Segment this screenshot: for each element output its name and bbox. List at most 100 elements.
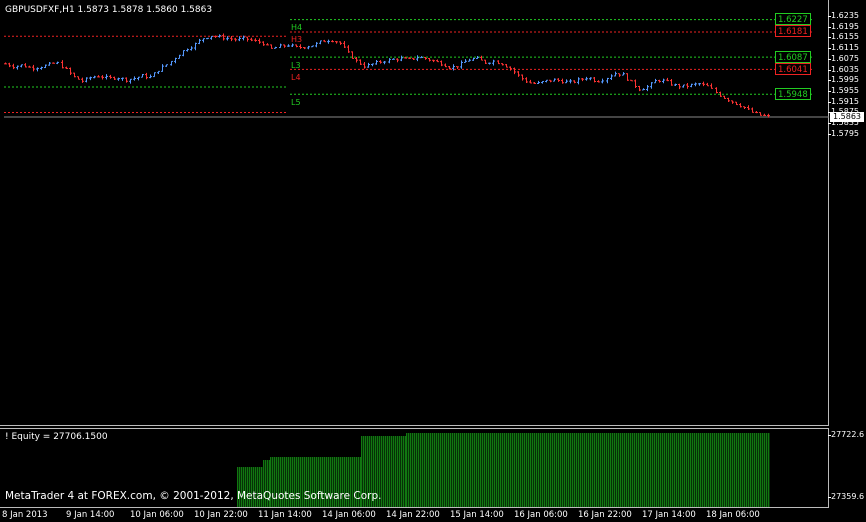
equity-bar — [666, 433, 668, 507]
equity-bar — [684, 433, 686, 507]
equity-bar — [620, 433, 622, 507]
equity-bar — [430, 433, 432, 507]
equity-bar — [468, 433, 470, 507]
equity-bar — [732, 433, 734, 507]
pivot-level-tag: L5 — [291, 97, 301, 107]
price-tick-label: 1.6075 — [828, 53, 859, 63]
equity-bar — [422, 433, 424, 507]
time-tick-label: 14 Jan 22:00 — [386, 510, 440, 520]
equity-bar — [628, 433, 630, 507]
equity-bar — [664, 433, 666, 507]
equity-bar — [726, 433, 728, 507]
equity-bar — [656, 433, 658, 507]
equity-bar — [564, 433, 566, 507]
equity-bar — [622, 433, 624, 507]
equity-bar — [393, 436, 395, 507]
equity-bar — [578, 433, 580, 507]
mt4-chart-window: GBPUSDFXF,H1 1.5873 1.5878 1.5860 1.5863… — [0, 0, 866, 522]
equity-bar — [408, 433, 410, 507]
equity-bar — [506, 433, 508, 507]
equity-bar — [558, 433, 560, 507]
equity-bar — [682, 433, 684, 507]
time-tick-label: 11 Jan 14:00 — [258, 510, 312, 520]
equity-bar — [528, 433, 530, 507]
equity-bar — [452, 433, 454, 507]
equity-bar — [596, 433, 598, 507]
equity-bar — [426, 433, 428, 507]
price-chart-area[interactable]: GBPUSDFXF,H1 1.5873 1.5878 1.5860 1.5863 — [0, 0, 829, 426]
equity-bar — [566, 433, 568, 507]
time-axis[interactable]: 8 Jan 2013 9 Jan 14:00 10 Jan 06:00 10 Jan … — [0, 508, 866, 522]
equity-bar — [686, 433, 688, 507]
equity-bar — [758, 433, 760, 507]
equity-bar — [500, 433, 502, 507]
time-tick-label: 17 Jan 14:00 — [642, 510, 696, 520]
equity-bar — [730, 433, 732, 507]
equity-bar — [706, 433, 708, 507]
equity-bar — [520, 433, 522, 507]
time-tick-label: 10 Jan 06:00 — [130, 510, 184, 520]
equity-bar — [576, 433, 578, 507]
equity-bar — [440, 433, 442, 507]
pivot-level-value: 1.6227 — [775, 13, 811, 26]
equity-bar — [630, 433, 632, 507]
equity-bar — [544, 433, 546, 507]
current-price-label: 1.5863 — [830, 111, 864, 122]
equity-bar — [598, 433, 600, 507]
equity-bar — [582, 433, 584, 507]
equity-bar — [446, 433, 448, 507]
equity-bar — [570, 433, 572, 507]
equity-bar — [694, 433, 696, 507]
equity-bar — [688, 433, 690, 507]
equity-bar — [562, 433, 564, 507]
equity-bar — [552, 433, 554, 507]
equity-bar — [530, 433, 532, 507]
equity-bar — [586, 433, 588, 507]
equity-bar — [508, 433, 510, 507]
equity-bar — [550, 433, 552, 507]
equity-bar — [720, 433, 722, 507]
equity-bar — [648, 433, 650, 507]
equity-bar — [399, 436, 401, 507]
equity-bar — [448, 433, 450, 507]
equity-bar — [602, 433, 604, 507]
equity-bar — [690, 433, 692, 507]
equity-bar — [702, 433, 704, 507]
equity-bar — [610, 433, 612, 507]
equity-bar — [616, 433, 618, 507]
equity-bar — [722, 433, 724, 507]
equity-bar — [746, 433, 748, 507]
equity-bar — [766, 433, 768, 507]
equity-bar — [658, 433, 660, 507]
equity-bar — [526, 433, 528, 507]
equity-bar — [470, 433, 472, 507]
equity-bar — [480, 433, 482, 507]
equity-bar — [762, 433, 764, 507]
equity-tick-label: 27722.6 — [827, 430, 865, 439]
equity-bar — [548, 433, 550, 507]
equity-bar — [756, 433, 758, 507]
equity-bar — [502, 433, 504, 507]
equity-bar — [464, 433, 466, 507]
equity-bar — [450, 433, 452, 507]
price-tick-label: 1.6195 — [828, 21, 859, 31]
equity-bar — [412, 433, 414, 507]
equity-bar — [754, 433, 756, 507]
equity-label: ! Equity = 27706.1500 — [5, 432, 108, 442]
equity-bar — [514, 433, 516, 507]
equity-bar — [403, 436, 405, 507]
pivot-level-tag: H3 — [291, 35, 303, 45]
equity-bar — [742, 433, 744, 507]
equity-bar — [385, 436, 387, 507]
price-tick-label: 1.6155 — [828, 32, 859, 42]
price-axis[interactable]: 1.6235 1.6195 1.6155 1.6115 1.6075 1.6035 1.59… — [827, 0, 866, 508]
candlestick-chart[interactable] — [0, 0, 829, 426]
equity-bar — [580, 433, 582, 507]
equity-bar — [654, 433, 656, 507]
equity-bar — [744, 433, 746, 507]
equity-bar — [718, 433, 720, 507]
equity-bar — [710, 433, 712, 507]
equity-bar — [650, 433, 652, 507]
pivot-level-tag: L4 — [291, 72, 301, 82]
equity-bar — [662, 433, 664, 507]
